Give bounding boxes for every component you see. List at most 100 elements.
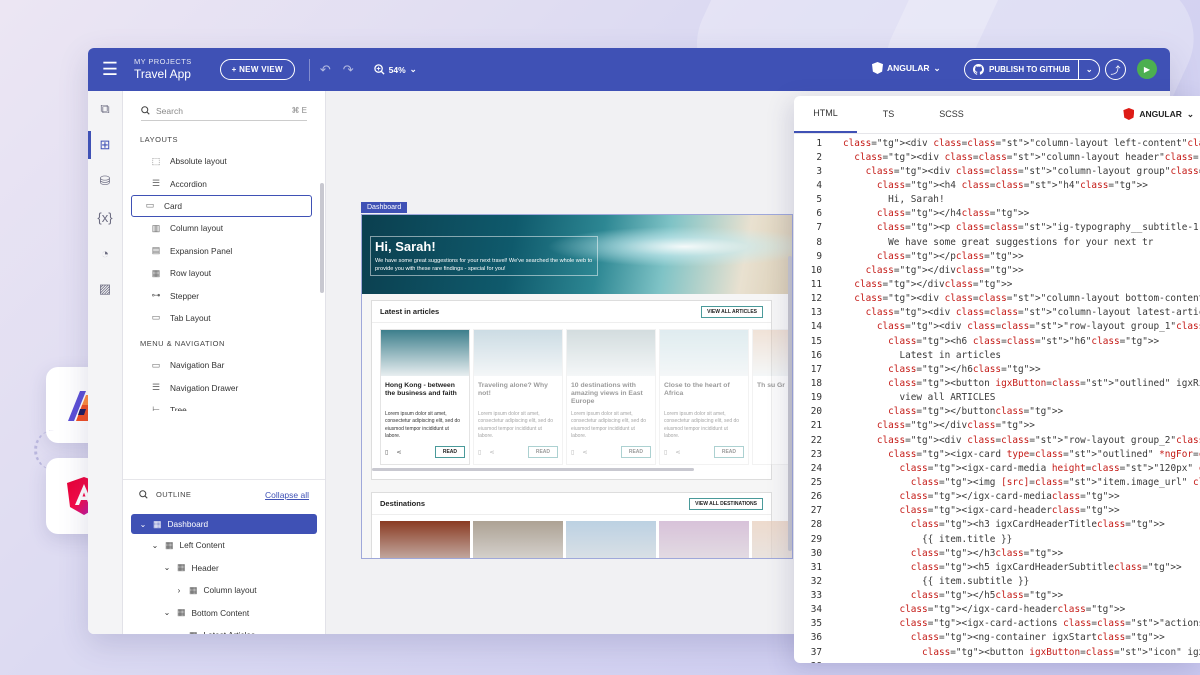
- destination-image[interactable]: [659, 521, 749, 558]
- variables-icon[interactable]: {x}: [88, 199, 122, 235]
- destinations-section[interactable]: Destinations VIEW ALL DESTINATIONS: [371, 492, 792, 558]
- component-item[interactable]: ⊶ Stepper: [131, 284, 317, 306]
- destination-image[interactable]: [380, 521, 470, 558]
- run-icon[interactable]: ▶: [1137, 59, 1157, 79]
- code-text: class="tg"></pclass="tg">>: [876, 250, 1024, 262]
- view-all-destinations-button[interactable]: VIEW ALL DESTINATIONS: [689, 497, 763, 510]
- chevron-down-icon[interactable]: ⌄: [163, 563, 171, 572]
- outline-node[interactable]: › ▦ Latest Articles: [131, 624, 317, 634]
- line-number: 21: [810, 420, 822, 432]
- article-card[interactable]: 10 destinations with amazing views in Ea…: [566, 329, 656, 465]
- undo-icon[interactable]: ↶: [320, 62, 331, 78]
- component-item[interactable]: ▦ Row layout: [131, 262, 317, 284]
- chevron-down-icon[interactable]: ⌄: [139, 520, 147, 529]
- chevron-right-icon[interactable]: ›: [175, 631, 183, 634]
- bookmark-icon[interactable]: ▯: [664, 449, 667, 456]
- share-icon[interactable]: ⤴: [1105, 59, 1126, 80]
- bookmark-icon[interactable]: ▯: [571, 449, 574, 456]
- card-title: 10 destinations with amazing views in Ea…: [571, 382, 643, 406]
- layout-icon: ▦: [177, 607, 186, 618]
- latest-articles-section[interactable]: Latest in articles VIEW ALL ARTICLES Hon…: [371, 300, 792, 480]
- chevron-down-icon[interactable]: ⌄: [151, 541, 159, 550]
- code-text: class="tg"></h6class="tg">>: [888, 363, 1041, 375]
- view-all-articles-button[interactable]: VIEW ALL ARTICLES: [701, 305, 763, 318]
- code-text: {{ item.subtitle }}: [843, 575, 1030, 587]
- share-icon[interactable]: ⋖: [396, 449, 401, 456]
- read-button[interactable]: READ: [527, 446, 558, 458]
- outline-node[interactable]: ⌄ ▦ Bottom Content: [131, 602, 317, 625]
- assets-icon[interactable]: ▨: [88, 271, 122, 307]
- card-text: Lorem ipsum dolor sit amet, consectetur …: [478, 411, 554, 439]
- framework-select[interactable]: ANGULAR ⌄: [872, 62, 941, 74]
- zoom-control[interactable]: 54% ⌄: [373, 64, 417, 75]
- component-item[interactable]: ☰ Navigation Drawer: [131, 377, 317, 399]
- code-framework-select[interactable]: ANGULAR ⌄: [1123, 108, 1194, 120]
- article-card[interactable]: Close to the heart of Africa Lorem ipsum …: [659, 329, 749, 465]
- redo-icon[interactable]: ↷: [343, 62, 354, 78]
- search-field[interactable]: Search ⌘ E: [141, 101, 307, 121]
- chevron-right-icon[interactable]: ›: [175, 586, 183, 595]
- panel-scrollbar[interactable]: [320, 183, 324, 293]
- canvas-scrollbar[interactable]: [788, 256, 792, 551]
- palette-icon[interactable]: ◔: [88, 235, 122, 271]
- destination-image[interactable]: [752, 521, 792, 558]
- component-item[interactable]: ▤ Expansion Panel: [131, 240, 317, 262]
- code-text: class="tg"><div class=class="st">"row-la…: [876, 434, 1200, 446]
- line-number: 29: [810, 533, 822, 545]
- article-card[interactable]: Th su Gr: [752, 329, 792, 465]
- layers-icon[interactable]: ⧉: [88, 91, 122, 127]
- new-view-button[interactable]: + NEW VIEW: [219, 59, 295, 80]
- read-button[interactable]: READ: [434, 446, 465, 458]
- share-icon[interactable]: ⋖: [582, 449, 587, 456]
- dashboard-frame[interactable]: Hi, Sarah! We have some great suggestion…: [361, 214, 793, 559]
- code-lines[interactable]: 1 class="tg"><div class=class="st">"colum…: [794, 134, 1200, 663]
- destination-image[interactable]: [566, 521, 656, 558]
- tab-html[interactable]: HTML: [794, 96, 857, 133]
- component-label: Accordion: [170, 178, 207, 189]
- share-icon[interactable]: ⋖: [489, 449, 494, 456]
- chevron-down-icon[interactable]: ⌄: [163, 608, 171, 617]
- line-number: 34: [810, 604, 822, 616]
- project-caption: MY PROJECTS: [134, 56, 192, 66]
- components-icon[interactable]: ⊞: [88, 127, 122, 163]
- outline-node[interactable]: ⌄ ▦ Dashboard: [131, 514, 317, 534]
- horizontal-scrollbar[interactable]: [372, 468, 694, 471]
- publish-button[interactable]: PUBLISH TO GITHUB: [965, 60, 1080, 79]
- component-label: Absolute layout: [170, 156, 227, 167]
- component-item[interactable]: ▭ Card: [131, 194, 312, 218]
- database-icon[interactable]: ⛁: [88, 163, 122, 199]
- search-icon: [139, 490, 148, 499]
- bookmark-icon[interactable]: ▯: [478, 449, 481, 456]
- component-item[interactable]: ☰ Accordion: [131, 172, 317, 194]
- collapse-all-link[interactable]: Collapse all: [265, 490, 309, 500]
- hero-text-box[interactable]: Hi, Sarah! We have some great suggestion…: [370, 236, 598, 276]
- component-item[interactable]: ⬚ Absolute layout: [131, 150, 317, 172]
- component-item[interactable]: ▭ Tab Layout: [131, 307, 317, 329]
- outline-node[interactable]: ⌄ ▦ Left Content: [131, 534, 317, 557]
- code-line: 36 class="tg"><ng-container igxStartclas…: [794, 631, 1200, 645]
- code-text: class="tg"><img [src]=class="st">"item.i…: [910, 476, 1200, 488]
- component-item[interactable]: ▥ Column layout: [131, 217, 317, 239]
- code-text: class="tg"><igx-card type=class="st">"ou…: [888, 448, 1200, 460]
- destination-image[interactable]: [473, 521, 563, 558]
- destination-cards: [372, 515, 792, 558]
- article-card[interactable]: Traveling alone? Why not! Lorem ipsum dol…: [473, 329, 563, 465]
- read-button[interactable]: READ: [713, 446, 744, 458]
- angular-icon: [1123, 108, 1135, 120]
- code-text: Latest in articles: [843, 349, 1002, 361]
- menu-icon[interactable]: ☰: [88, 48, 132, 91]
- tab-ts[interactable]: TS: [857, 96, 920, 133]
- bookmark-icon[interactable]: ▯: [385, 449, 388, 456]
- component-item[interactable]: ▭ Navigation Bar: [131, 354, 317, 376]
- tab-scss[interactable]: SCSS: [920, 96, 983, 133]
- article-card[interactable]: Hong Kong - between the business and fai…: [380, 329, 470, 465]
- read-button[interactable]: READ: [620, 446, 651, 458]
- line-number: 12: [810, 293, 822, 305]
- share-icon[interactable]: ⋖: [675, 449, 680, 456]
- chevron-down-icon[interactable]: ⌄: [1079, 65, 1099, 74]
- outline-node[interactable]: › ▦ Column layout: [131, 579, 317, 602]
- card-actions: ▯ ⋖ READ: [571, 446, 651, 458]
- outline-node[interactable]: ⌄ ▦ Header: [131, 557, 317, 580]
- component-item[interactable]: ⊢ Tree: [131, 399, 317, 412]
